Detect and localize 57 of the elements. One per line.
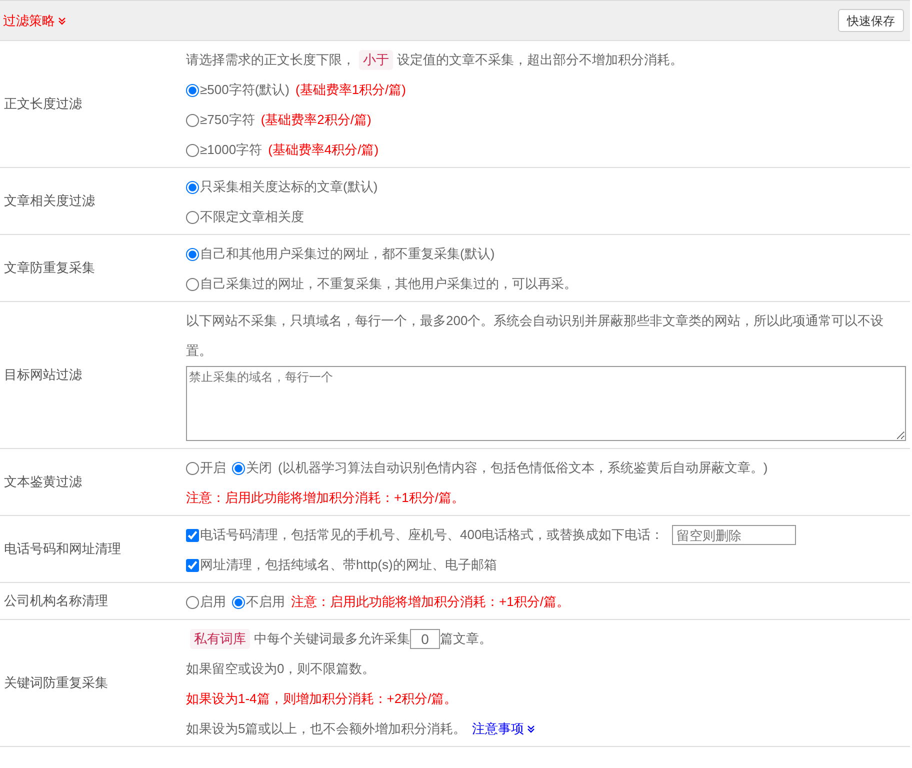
radio-label: 开启 xyxy=(200,459,226,477)
quick-save-button[interactable]: 快速保存 xyxy=(838,9,904,32)
radio-label: 不限定文章相关度 xyxy=(200,208,304,226)
description-text: (以机器学习算法自动识别色情内容，包括色情低俗文本，系统鉴黄后自动屏蔽文章。) xyxy=(278,459,768,477)
warning-text: 注意：启用此功能将增加积分消耗：+1积分/篇。 xyxy=(186,489,464,507)
double-chevron-icon xyxy=(527,725,536,733)
warning-text: (基础费率1积分/篇) xyxy=(295,81,406,99)
radio-label: 自己采集过的网址，不重复采集，其他用户采集过的，可以再采。 xyxy=(200,275,577,293)
phone-input-field[interactable]: 留空则删除 xyxy=(672,525,796,545)
radio-button[interactable] xyxy=(186,248,199,260)
description-text: 请选择需求的正文长度下限， xyxy=(186,51,355,69)
setting-label: 文本鉴黄过滤 xyxy=(3,473,83,491)
warning-text: 注意：启用此功能将增加积分消耗：+1积分/篇。 xyxy=(291,593,570,611)
description-text: 设定值的文章不采集，超出部分不增加积分消耗。 xyxy=(397,51,683,69)
radio-button[interactable] xyxy=(186,596,199,608)
setting-label: 公司机构名称清理 xyxy=(3,592,109,610)
description-text: 以下网站不采集，只填域名，每行一个，最多200个。系统会自动识别并屏蔽那些非文章类的网站，所以此项通常可以不设置。 xyxy=(186,313,884,358)
radio-button[interactable] xyxy=(186,144,199,156)
highlight-tag: 小于 xyxy=(359,50,393,70)
radio-button[interactable] xyxy=(232,596,245,608)
description-text: 中每个关键词最多允许采集 xyxy=(254,630,410,648)
radio-label: 只采集相关度达标的文章(默认) xyxy=(200,178,378,196)
radio-label: ≥1000字符 xyxy=(200,141,262,159)
checkbox-label: 电话号码清理，包括常见的手机号、座机号、400电话格式，或替换成如下电话： xyxy=(200,526,664,544)
highlight-tag: 私有词库 xyxy=(190,629,250,649)
radio-label: 启用 xyxy=(200,593,226,611)
description-text: 篇文章。 xyxy=(440,630,492,648)
radio-button[interactable] xyxy=(186,180,199,194)
setting-label: 电话号码和网址清理 xyxy=(3,540,122,558)
radio-label: ≥500字符(默认) xyxy=(200,81,290,99)
radio-label: 关闭 xyxy=(246,459,272,477)
double-chevron-icon xyxy=(58,16,66,24)
radio-label: ≥750字符 xyxy=(200,111,255,129)
radio-label: 自己和其他用户采集过的网址，都不重复采集(默认) xyxy=(200,245,495,263)
checkbox[interactable] xyxy=(186,528,199,542)
radio-button[interactable] xyxy=(186,210,199,224)
radio-button[interactable] xyxy=(186,278,199,290)
setting-label: 文章相关度过滤 xyxy=(3,192,96,210)
warning-text: (基础费率4积分/篇) xyxy=(268,141,379,159)
description-text: 如果设为5篇或以上，也不会额外增加积分消耗。 xyxy=(186,720,466,738)
radio-button[interactable] xyxy=(186,84,199,96)
setting-label: 文章防重复采集 xyxy=(3,259,96,277)
radio-button[interactable] xyxy=(186,462,199,474)
radio-label: 不启用 xyxy=(246,593,285,611)
checkbox[interactable] xyxy=(186,558,199,572)
setting-label: 关键词防重复采集 xyxy=(3,674,109,692)
domain-textarea[interactable]: 禁止采集的域名，每行一个 xyxy=(186,366,906,441)
notes-link[interactable]: 注意事项 xyxy=(472,714,536,744)
radio-button[interactable] xyxy=(186,114,199,126)
count-input-field[interactable]: 0 xyxy=(410,629,440,649)
setting-label: 目标网站过滤 xyxy=(3,366,83,384)
setting-label: 正文长度过滤 xyxy=(3,95,83,113)
warning-text: (基础费率2积分/篇) xyxy=(260,111,372,129)
description-text: 如果留空或设为0，则不限篇数。 xyxy=(186,661,376,676)
warning-text: 如果设为1-4篇，则增加积分消耗：+2积分/篇。 xyxy=(186,690,458,708)
radio-button[interactable] xyxy=(232,462,245,474)
checkbox-label: 网址清理，包括纯域名、带http(s)的网址、电子邮箱 xyxy=(200,556,497,574)
